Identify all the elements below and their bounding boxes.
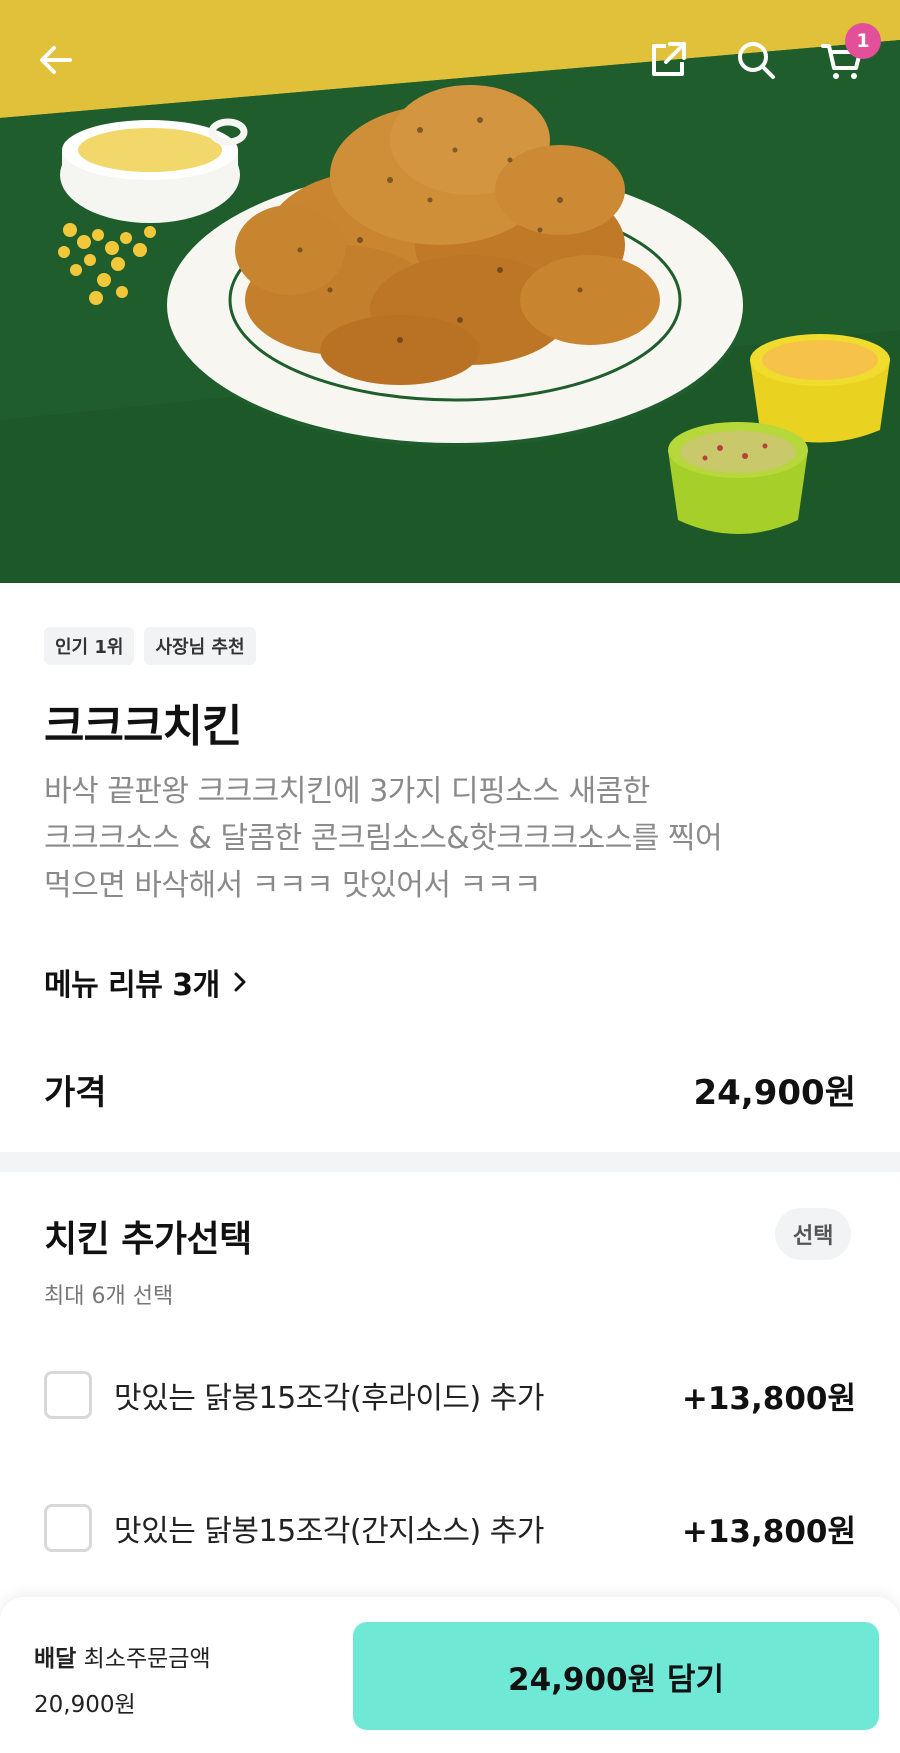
description-line: 바삭 끝판왕 크크크치킨에 3가지 디핑소스 새콤한 bbox=[44, 774, 650, 809]
option-item[interactable]: 맛있는 닭봉15조각(후라이드) 추가 +13,800원 bbox=[44, 1365, 856, 1425]
hero-image: 1 bbox=[0, 0, 900, 583]
description-line: 크크크소스 & 달콤한 콘크림소스&핫크크크소스를 찍어 bbox=[44, 821, 723, 856]
tag-popular: 인기 1위 bbox=[44, 627, 135, 665]
section-divider bbox=[0, 1152, 900, 1172]
review-link-label: 메뉴 리뷰 3개 bbox=[44, 968, 220, 1003]
option-name: 맛있는 닭봉15조각(간지소스) 추가 bbox=[114, 1514, 544, 1549]
cart-count-badge: 1 bbox=[845, 23, 881, 59]
tag-owner-pick: 사장님 추천 bbox=[144, 627, 256, 665]
top-bar: 1 bbox=[0, 0, 900, 120]
product-name: 크크크치킨 bbox=[44, 701, 242, 752]
bottom-order-bar: 배달 최소주문금액 20,900원 24,900원 담기 bbox=[0, 1597, 900, 1753]
share-button[interactable] bbox=[640, 32, 696, 88]
delivery-label: 배달 bbox=[34, 1646, 77, 1672]
product-tags: 인기 1위 사장님 추천 bbox=[44, 627, 256, 665]
option-optional-badge: 선택 bbox=[775, 1208, 852, 1260]
option-group-subtitle: 최대 6개 선택 bbox=[44, 1284, 174, 1309]
option-item[interactable]: 맛있는 닭봉15조각(간지소스) 추가 +13,800원 bbox=[44, 1498, 856, 1558]
option-name: 맛있는 닭봉15조각(후라이드) 추가 bbox=[114, 1381, 544, 1416]
option-group-title: 치킨 추가선택 bbox=[44, 1219, 252, 1260]
option-price: +13,800원 bbox=[681, 1380, 856, 1417]
min-order-value: 20,900원 bbox=[34, 1692, 136, 1718]
search-button[interactable] bbox=[728, 32, 784, 88]
price-row: 가격 24,900원 bbox=[44, 1065, 856, 1114]
price-value: 24,900원 bbox=[693, 1073, 856, 1113]
menu-review-link[interactable]: 메뉴 리뷰 3개 bbox=[44, 960, 252, 1004]
chevron-right-icon bbox=[234, 972, 246, 992]
back-arrow-icon bbox=[40, 46, 72, 74]
share-icon bbox=[652, 42, 686, 76]
delivery-min-order-line: 배달 최소주문금액 bbox=[34, 1639, 211, 1673]
option-price: +13,800원 bbox=[681, 1513, 856, 1550]
option-checkbox[interactable] bbox=[44, 1504, 92, 1552]
description-line: 먹으면 바삭해서 ㅋㅋㅋ 맛있어서 ㅋㅋㅋ bbox=[44, 868, 541, 903]
min-order-label: 최소주문금액 bbox=[83, 1646, 211, 1672]
price-label: 가격 bbox=[44, 1073, 107, 1113]
option-checkbox[interactable] bbox=[44, 1371, 92, 1419]
search-icon bbox=[738, 42, 775, 79]
delivery-info: 배달 최소주문금액 20,900원 bbox=[34, 1639, 211, 1719]
add-to-cart-button[interactable]: 24,900원 담기 bbox=[353, 1622, 879, 1730]
back-button[interactable] bbox=[28, 32, 84, 88]
product-description: 바삭 끝판왕 크크크치킨에 3가지 디핑소스 새콤한 크크크소스 & 달콤한 콘… bbox=[44, 768, 844, 909]
